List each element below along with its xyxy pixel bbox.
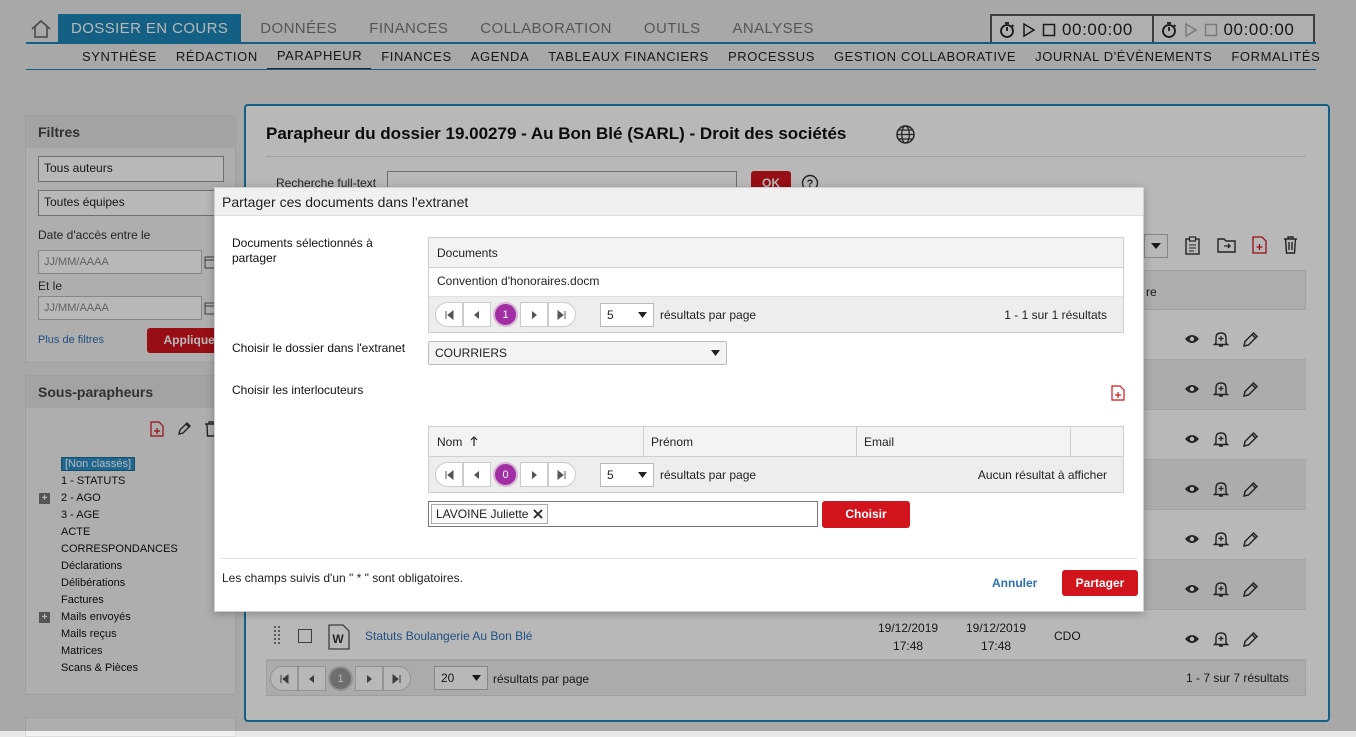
last-page-button[interactable]: [548, 302, 576, 327]
prev-page-button[interactable]: [463, 462, 491, 487]
per-page-select[interactable]: 5: [600, 462, 654, 487]
contacts-pager-controls: 0: [435, 462, 576, 487]
modal-title: Partager ces documents dans l'extranet: [215, 188, 1143, 216]
doc-name: Convention d'honoraires.docm: [437, 274, 600, 288]
current-page: 0: [493, 462, 518, 487]
add-contact-icon[interactable]: [1111, 385, 1125, 401]
prev-page-button[interactable]: [463, 302, 491, 327]
next-page-button[interactable]: [520, 302, 548, 327]
column-email[interactable]: Email: [857, 426, 1071, 457]
docs-column-header[interactable]: Documents: [437, 246, 498, 260]
last-page-icon: [557, 469, 566, 480]
per-page-label: résultats par page: [660, 467, 757, 482]
per-page-value: 5: [607, 467, 614, 482]
first-page-button[interactable]: [435, 302, 463, 327]
caret-down-icon: [638, 311, 647, 318]
share-modal: Partager ces documents dans l'extranet D…: [214, 187, 1144, 612]
contacts-chip-input[interactable]: LAVOINE Juliette: [428, 501, 818, 527]
required-note: Les champs suivis d'un " * " sont obliga…: [222, 571, 463, 585]
next-page-icon: [532, 470, 537, 479]
last-page-icon: [557, 309, 566, 320]
column-nom[interactable]: Nom: [429, 426, 644, 457]
first-page-icon: [445, 469, 454, 480]
first-page-icon: [445, 309, 454, 320]
next-page-button[interactable]: [520, 462, 548, 487]
prev-page-icon: [474, 470, 479, 479]
column-nom-label: Nom: [437, 434, 463, 449]
contacts-label: Choisir les interlocuteurs: [232, 383, 364, 397]
contacts-pager: 0 5 résultats par page Aucun résultat à …: [429, 457, 1123, 492]
caret-down-icon: [638, 471, 647, 478]
docs-label: Documents sélectionnés à partager: [232, 236, 373, 265]
folder-select[interactable]: COURRIERS: [428, 341, 727, 365]
contacts-grid-header: Nom Prénom Email: [429, 426, 1123, 457]
first-page-button[interactable]: [435, 462, 463, 487]
results-summary: Aucun résultat à afficher: [977, 467, 1107, 482]
current-page: 1: [493, 302, 518, 327]
choose-button[interactable]: Choisir: [822, 501, 910, 528]
docs-grid-row: Convention d'honoraires.docm: [429, 268, 1123, 297]
results-summary: 1 - 1 sur 1 résultats: [1004, 307, 1107, 322]
column-prenom[interactable]: Prénom: [644, 426, 857, 457]
folder-value: COURRIERS: [435, 346, 508, 360]
share-button[interactable]: Partager: [1062, 570, 1138, 596]
docs-grid-header: Documents: [429, 238, 1123, 268]
docs-pager: 1 5 résultats par page 1 - 1 sur 1 résul…: [429, 297, 1123, 332]
close-icon[interactable]: [533, 509, 544, 519]
caret-down-icon: [711, 350, 720, 356]
contact-chip: LAVOINE Juliette: [431, 504, 549, 524]
sort-asc-icon: [470, 436, 478, 446]
cancel-button[interactable]: Annuler: [992, 576, 1037, 590]
docs-grid: Documents Convention d'honoraires.docm 1…: [428, 237, 1124, 333]
contacts-grid: Nom Prénom Email 0 5 résultats par page …: [428, 426, 1124, 493]
modal-footer-divider: [221, 558, 1137, 559]
per-page-select[interactable]: 5: [600, 302, 654, 327]
contact-chip-label: LAVOINE Juliette: [436, 507, 529, 521]
folder-label: Choisir le dossier dans l'extranet: [232, 341, 406, 355]
prev-page-icon: [474, 310, 479, 319]
per-page-label: résultats par page: [660, 307, 757, 322]
per-page-value: 5: [607, 307, 614, 322]
last-page-button[interactable]: [548, 462, 576, 487]
next-page-icon: [532, 310, 537, 319]
docs-pager-controls: 1: [435, 302, 576, 327]
